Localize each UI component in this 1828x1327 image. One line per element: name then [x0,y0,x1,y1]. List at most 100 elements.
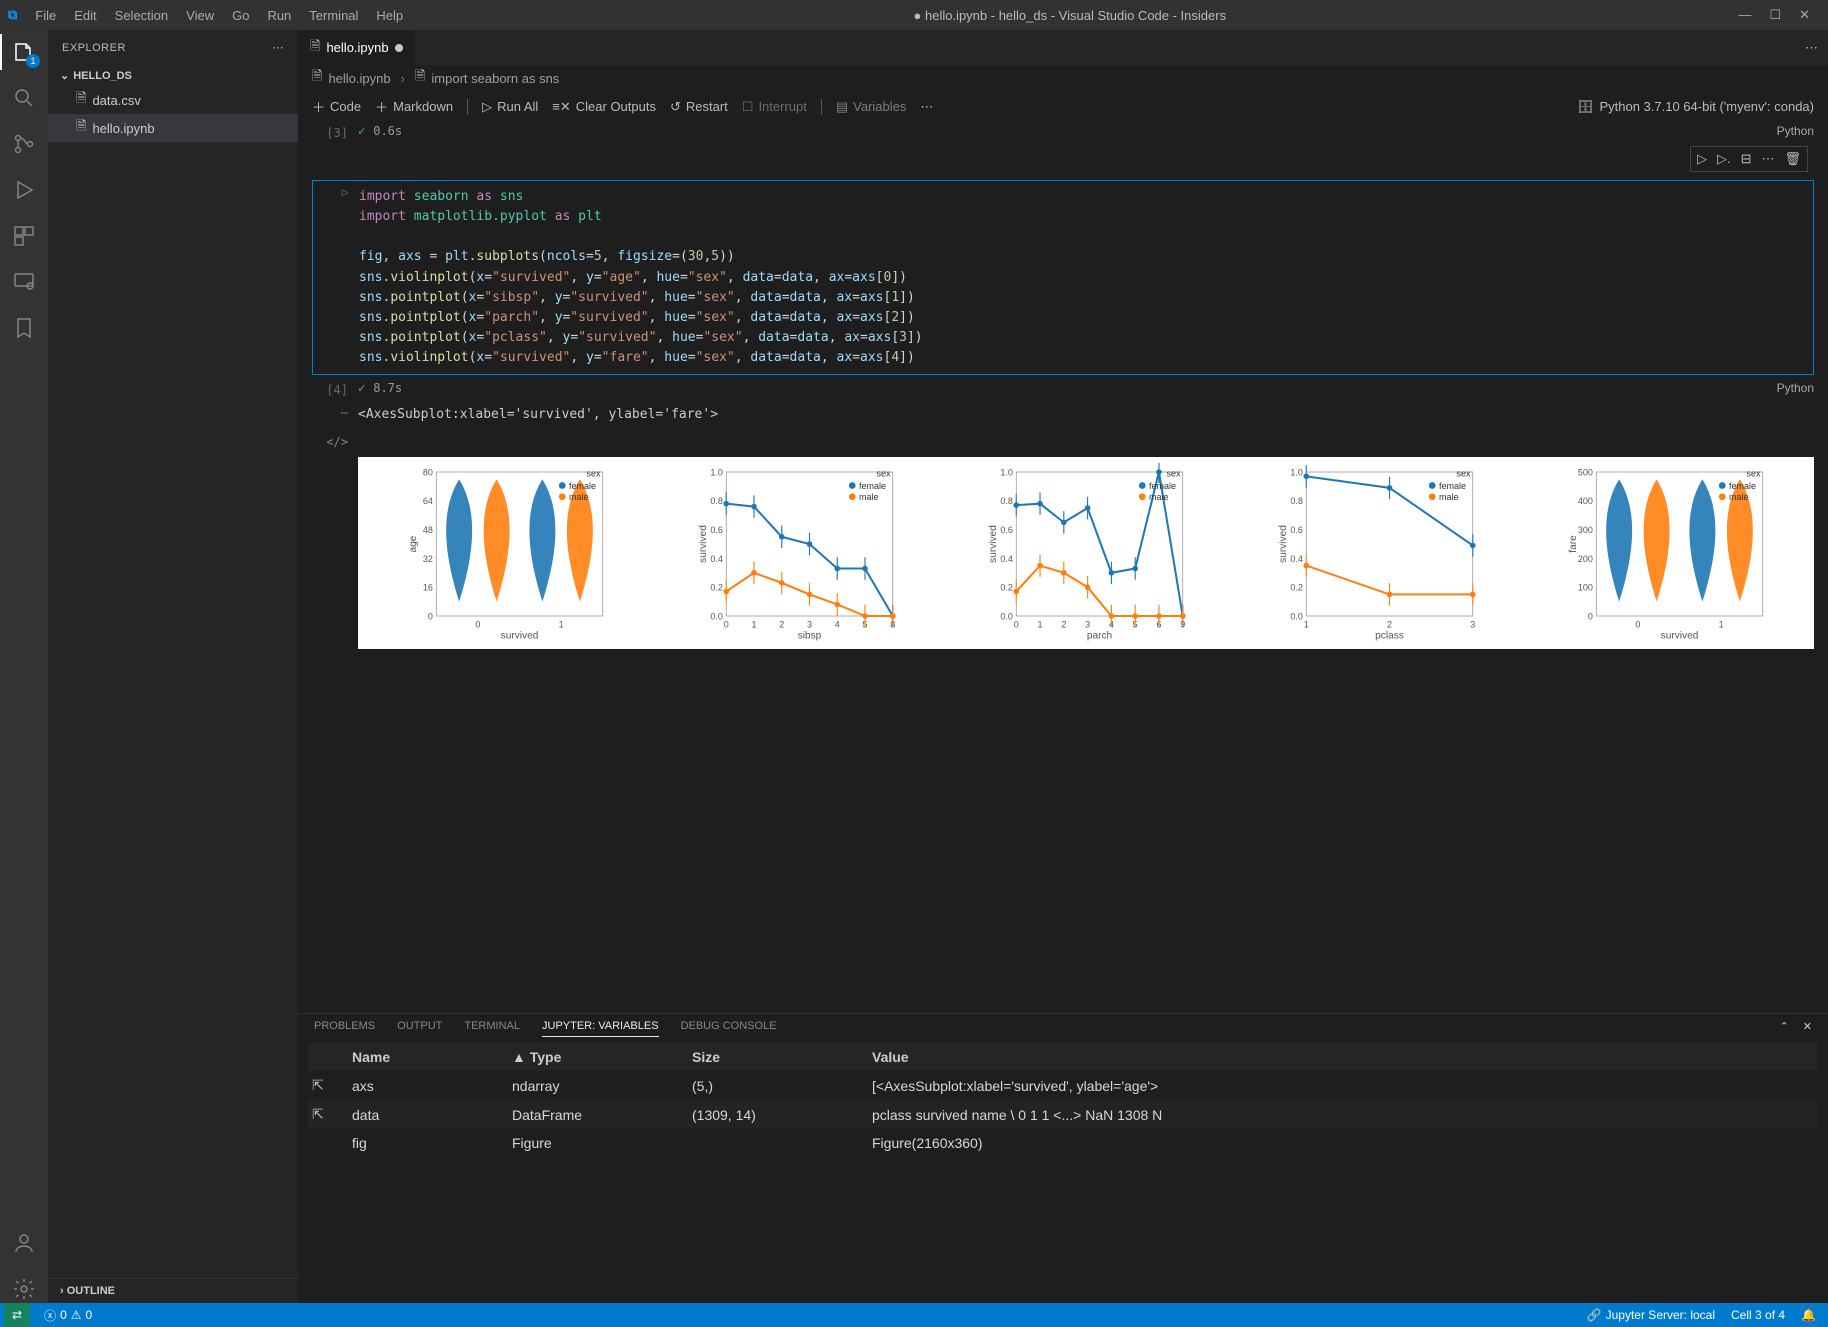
col-value[interactable]: Value [872,1049,1814,1065]
panel-tab-output[interactable]: OUTPUT [397,1020,442,1037]
svg-text:sex: sex [1166,469,1181,479]
panel-tab-jupyter-variables[interactable]: JUPYTER: VARIABLES [542,1020,659,1037]
variables-icon: ▤ [836,99,848,115]
status-cell-position[interactable]: Cell 3 of 4 [1723,1308,1793,1322]
svg-text:fare: fare [1568,535,1579,553]
menu-terminal[interactable]: Terminal [301,4,366,27]
panel-close-icon[interactable]: ✕ [1803,1020,1812,1037]
sidebar-title: EXPLORER [62,42,126,54]
kernel-selector[interactable]: Python 3.7.10 64-bit ('myenv': conda) [1599,99,1814,114]
output-mime-icon[interactable]: </> [312,433,348,449]
menu-go[interactable]: Go [224,4,257,27]
bookmark-icon[interactable] [10,314,38,342]
menu-view[interactable]: View [178,4,222,27]
svg-text:3: 3 [1085,620,1090,630]
restart-button[interactable]: ↺Restart [670,99,728,115]
plus-icon: ＋ [312,97,325,116]
col-type[interactable]: ▲ Type [512,1049,692,1065]
source-control-icon[interactable] [10,130,38,158]
tab-hello-ipynb[interactable]: 🗎 hello.ipynb [298,30,416,65]
minimize-icon[interactable]: — [1738,7,1751,23]
svg-text:survived: survived [501,631,539,642]
settings-gear-icon[interactable] [10,1275,38,1303]
panel-tab-problems[interactable]: PROBLEMS [314,1020,375,1037]
breadcrumb-file[interactable]: hello.ipynb [328,71,390,86]
interrupt-button[interactable]: ☐Interrupt [742,99,807,115]
run-by-line-icon[interactable]: ▷. [1717,151,1731,167]
run-all-button[interactable]: ▷Run All [482,99,538,115]
svg-text:female: female [569,481,596,491]
svg-text:0.8: 0.8 [1290,497,1303,507]
close-icon[interactable]: ✕ [1799,7,1810,23]
add-code-cell[interactable]: ＋Code [312,97,361,116]
toolbar-more-icon[interactable]: ⋯ [920,99,933,115]
variables-button[interactable]: ▤Variables [836,99,907,115]
menu-selection[interactable]: Selection [107,4,176,27]
file-item-hello-ipynb[interactable]: 🗎 hello.ipynb [48,114,298,142]
focused-code-cell[interactable]: import seaborn as sns import matplotlib.… [312,180,1814,375]
file-icon: 🗎 [76,117,86,139]
svg-text:0: 0 [724,620,729,630]
panel-tab-terminal[interactable]: TERMINAL [464,1020,520,1037]
add-markdown-cell[interactable]: ＋Markdown [375,97,453,116]
run-cell-button[interactable] [342,185,349,199]
menu-help[interactable]: Help [368,4,411,27]
account-icon[interactable] [10,1229,38,1257]
status-notifications-icon[interactable]: 🔔 [1793,1308,1824,1322]
run-debug-icon[interactable] [10,176,38,204]
explorer-icon[interactable]: 1 [10,38,38,66]
var-row[interactable]: ⇱ axs ndarray (5,) [<AxesSubplot:xlabel=… [308,1071,1818,1100]
status-jupyter-server[interactable]: 🔗 Jupyter Server: local [1579,1308,1723,1322]
panel-tab-debug-console[interactable]: DEBUG CONSOLE [681,1020,777,1037]
remote-explorer-icon[interactable] [10,268,38,296]
notebook-body: [3] ✓ 0.6s Python ▷ ▷. ⊟ ⋯ 🗑 [298,122,1828,1013]
explorer-badge: 1 [26,54,40,68]
code-editor[interactable]: import seaborn as sns import matplotlib.… [359,183,923,372]
cell-language[interactable]: Python [1777,381,1814,395]
split-cell-icon[interactable]: ⊟ [1741,151,1752,167]
more-actions-icon[interactable]: ⋯ [1805,40,1818,56]
remote-indicator[interactable]: ⇄ [4,1303,30,1327]
run-cell-icon[interactable]: ▷ [1697,151,1707,167]
output-collapse-icon[interactable]: … [312,401,348,417]
file-item-data-csv[interactable]: 🗎 data.csv [48,86,298,114]
svg-text:1: 1 [1038,620,1043,630]
cell-language[interactable]: Python [1777,124,1814,138]
col-name[interactable]: Name [352,1049,512,1065]
cell-more-icon[interactable]: ⋯ [1761,151,1774,167]
menu-edit[interactable]: Edit [66,4,104,27]
clear-outputs-button[interactable]: ≡✕Clear Outputs [552,99,656,115]
var-row[interactable]: fig Figure Figure(2160x360) [308,1129,1818,1157]
svg-text:400: 400 [1578,497,1593,507]
var-row[interactable]: ⇱ data DataFrame (1309, 14) pclass survi… [308,1100,1818,1129]
expand-icon[interactable]: ⇱ [312,1106,352,1123]
svg-text:female: female [1439,481,1466,491]
svg-text:1: 1 [1304,620,1309,630]
plot-2: 0.00.20.40.60.81.001234569parchsurviveds… [944,463,1228,643]
svg-text:sex: sex [586,469,601,479]
svg-text:0.0: 0.0 [1290,612,1303,622]
breadcrumb[interactable]: 🗎 hello.ipynb 🗎 import seaborn as sns [298,65,1828,91]
menu-file[interactable]: File [27,4,64,27]
plot-output: 0163248648001survivedagesexfemalemale 0.… [358,457,1814,649]
svg-text:female: female [1149,481,1176,491]
search-icon[interactable] [10,84,38,112]
breadcrumb-cell[interactable]: import seaborn as sns [431,71,559,86]
project-section[interactable]: ⌄ HELLO_DS [48,65,298,86]
extensions-icon[interactable] [10,222,38,250]
svg-text:female: female [1729,481,1756,491]
status-problems[interactable]: ⓧ0 ⚠0 [36,1307,100,1324]
outline-section[interactable]: › OUTLINE [48,1278,298,1303]
col-size[interactable]: Size [692,1049,872,1065]
plus-icon: ＋ [375,97,388,116]
svg-text:1.0: 1.0 [1290,468,1303,478]
maximize-icon[interactable]: ☐ [1769,7,1781,23]
svg-text:sex: sex [1456,469,1471,479]
panel-collapse-icon[interactable]: ⌃ [1780,1020,1789,1037]
expand-icon[interactable]: ⇱ [312,1077,352,1094]
menu-run[interactable]: Run [259,4,299,27]
delete-cell-icon[interactable]: 🗑 [1784,151,1801,167]
svg-text:48: 48 [423,525,433,535]
svg-text:0: 0 [475,620,480,630]
sidebar-more-icon[interactable]: ⋯ [273,41,285,54]
